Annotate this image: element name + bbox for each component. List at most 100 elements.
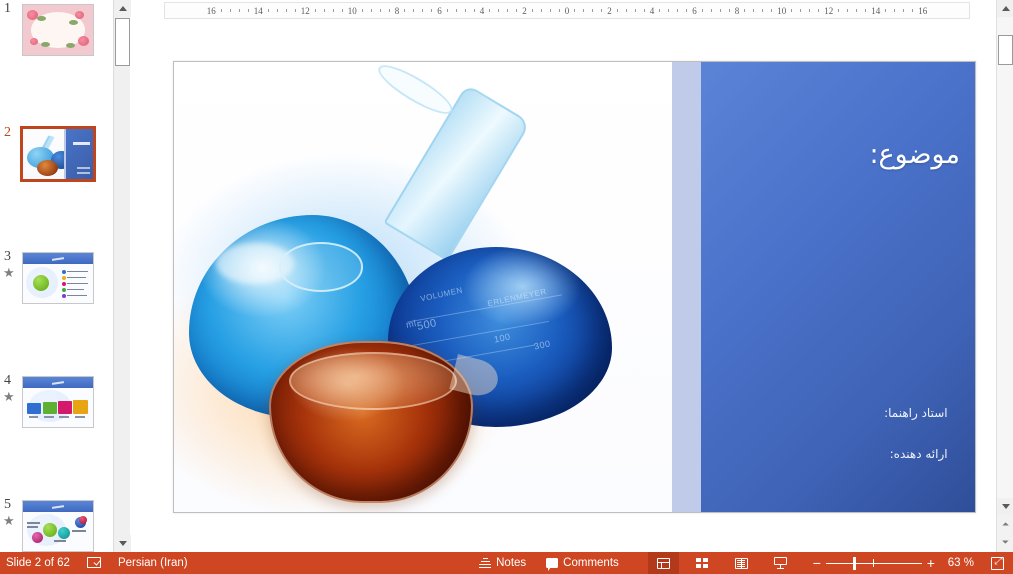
ruler-tick xyxy=(489,9,490,12)
canvas-scroll-down-button[interactable] xyxy=(997,498,1013,515)
thumbnail-art-smartart xyxy=(23,377,93,427)
ruler-tick xyxy=(498,9,499,12)
ruler-tick xyxy=(380,9,381,12)
ruler-tick xyxy=(324,9,325,12)
horizontal-ruler[interactable]: 1614121086420246810121416 xyxy=(140,2,994,19)
notes-icon xyxy=(479,557,491,569)
slide-indicator[interactable]: Slide 2 of 62 xyxy=(0,552,77,574)
thumbnail-preview[interactable] xyxy=(22,500,94,552)
zoom-control[interactable]: − + xyxy=(808,552,940,574)
thumbnail-scroll-up-button[interactable] xyxy=(114,0,131,17)
status-bar: Slide 2 of 62 Persian (Iran) Notes Comme… xyxy=(0,552,1013,574)
thumbnail-scrollbar[interactable] xyxy=(113,0,130,552)
ruler-tick-group: 14 xyxy=(870,6,917,16)
ruler-tick-group: 2 xyxy=(521,6,564,16)
ruler-tick-group: 6 xyxy=(436,6,479,16)
ruler-tick-group: 10 xyxy=(776,6,823,16)
ruler-tick-group: 12 xyxy=(823,6,870,16)
ruler-tick xyxy=(315,9,316,12)
ruler-tick xyxy=(362,9,363,12)
slide-presenter-text[interactable]: ارائه دهنده: xyxy=(890,447,948,461)
current-slide[interactable]: VOLUMEN ERLENMEYER 500 ml 100 300 موضوع:… xyxy=(173,61,976,513)
language-button[interactable]: Persian (Iran) xyxy=(111,552,195,574)
reading-view-button[interactable] xyxy=(726,552,757,574)
ruler-tick-group: 12 xyxy=(300,6,347,16)
zoom-slider[interactable] xyxy=(826,552,922,574)
ruler-tick xyxy=(550,9,551,12)
thumbnail-number: 2 xyxy=(4,126,11,140)
slide-canvas-area[interactable]: VOLUMEN ERLENMEYER 500 ml 100 300 موضوع:… xyxy=(131,20,994,552)
ruler-tick xyxy=(894,9,895,12)
ruler-tick xyxy=(404,9,405,12)
chevron-up-icon xyxy=(119,6,127,11)
ruler-tick xyxy=(474,9,475,12)
canvas-scroll-up-button[interactable] xyxy=(997,0,1013,17)
slide-photo-glassware[interactable]: VOLUMEN ERLENMEYER 500 ml 100 300 xyxy=(174,62,672,512)
ruler-label: 8 xyxy=(734,6,741,16)
ruler-label: 14 xyxy=(253,6,264,16)
thumbnail-slide-1[interactable]: 1 xyxy=(0,0,113,62)
thumbnail-scrollbar-thumb[interactable] xyxy=(115,18,130,66)
ruler-tick xyxy=(333,9,334,12)
comments-label: Comments xyxy=(563,557,619,569)
thumbnail-preview[interactable] xyxy=(22,376,94,428)
ruler-tick xyxy=(583,9,584,12)
zoom-out-button[interactable]: − xyxy=(808,552,826,574)
slide-title-text[interactable]: موضوع: xyxy=(869,139,960,171)
thumbnail-art-chemistry xyxy=(23,129,93,179)
ruler-tick xyxy=(711,9,712,12)
thumbnail-slide-3[interactable]: 3 ★ xyxy=(0,248,113,310)
slide-accent-strip xyxy=(672,62,701,512)
thumbnail-slide-5[interactable]: 5 ★ xyxy=(0,496,113,552)
canvas-scrollbar-thumb[interactable] xyxy=(998,35,1013,65)
ruler-tick xyxy=(644,9,645,12)
thumbnail-preview-selected[interactable] xyxy=(20,126,96,182)
ruler-tick xyxy=(277,9,278,12)
notes-button[interactable]: Notes xyxy=(472,552,533,574)
zoom-in-button[interactable]: + xyxy=(922,552,940,574)
thumbnail-number: 5 xyxy=(4,498,11,512)
ruler-tick xyxy=(729,9,730,12)
slide-show-icon xyxy=(774,557,787,569)
thumbnail-slide-2[interactable]: 2 xyxy=(0,124,113,186)
previous-slide-button[interactable]: ⏶ xyxy=(997,516,1013,533)
slide-sorter-button[interactable] xyxy=(687,552,718,574)
normal-view-button[interactable] xyxy=(648,552,679,574)
thumbnail-art-pink-floral xyxy=(23,5,93,55)
ruler-tick xyxy=(592,9,593,12)
thumbnail-art-smartart xyxy=(23,253,93,303)
ruler-tick xyxy=(456,9,457,12)
next-slide-button[interactable]: ⏷ xyxy=(997,534,1013,551)
thumbnail-preview[interactable] xyxy=(22,252,94,304)
ruler-tick xyxy=(295,9,296,12)
ruler-tick xyxy=(847,9,848,12)
canvas-scrollbar[interactable]: ⏶ ⏷ xyxy=(996,0,1013,552)
ruler-tick-group: 4 xyxy=(479,6,522,16)
chevron-up-icon xyxy=(1002,6,1010,11)
thumbnail-scroll-down-button[interactable] xyxy=(114,535,131,552)
ruler-tick xyxy=(532,9,533,12)
slide-supervisor-text[interactable]: استاد راهنما: xyxy=(884,406,948,420)
fit-to-window-button[interactable] xyxy=(982,552,1013,574)
proofing-status-button[interactable] xyxy=(77,552,111,574)
comments-button[interactable]: Comments xyxy=(539,552,626,574)
canvas-scrollbar-track[interactable] xyxy=(997,17,1013,498)
thumbnail-slide-4[interactable]: 4 ★ xyxy=(0,372,113,434)
zoom-level-label[interactable]: 63 % xyxy=(940,557,982,569)
zoom-slider-handle[interactable] xyxy=(853,557,856,570)
slide-title-panel[interactable]: موضوع: استاد راهنما: ارائه دهنده: xyxy=(701,62,975,512)
ruler-tick-group: 4 xyxy=(649,6,692,16)
ruler-label: 16 xyxy=(206,6,217,16)
slide-show-button[interactable] xyxy=(765,552,796,574)
double-chevron-down-icon: ⏷ xyxy=(1002,538,1009,547)
slide-thumbnail-pane[interactable]: 1 2 xyxy=(0,0,113,552)
slide-sorter-icon xyxy=(696,558,709,569)
ruler-tick xyxy=(659,9,660,12)
ruler-tick xyxy=(744,9,745,12)
ruler-label: 4 xyxy=(649,6,656,16)
ruler-tick xyxy=(668,9,669,12)
ruler-tick xyxy=(516,9,517,12)
ruler-tick xyxy=(268,9,269,12)
thumbnail-preview[interactable] xyxy=(22,4,94,56)
ruler-label: 2 xyxy=(521,6,528,16)
